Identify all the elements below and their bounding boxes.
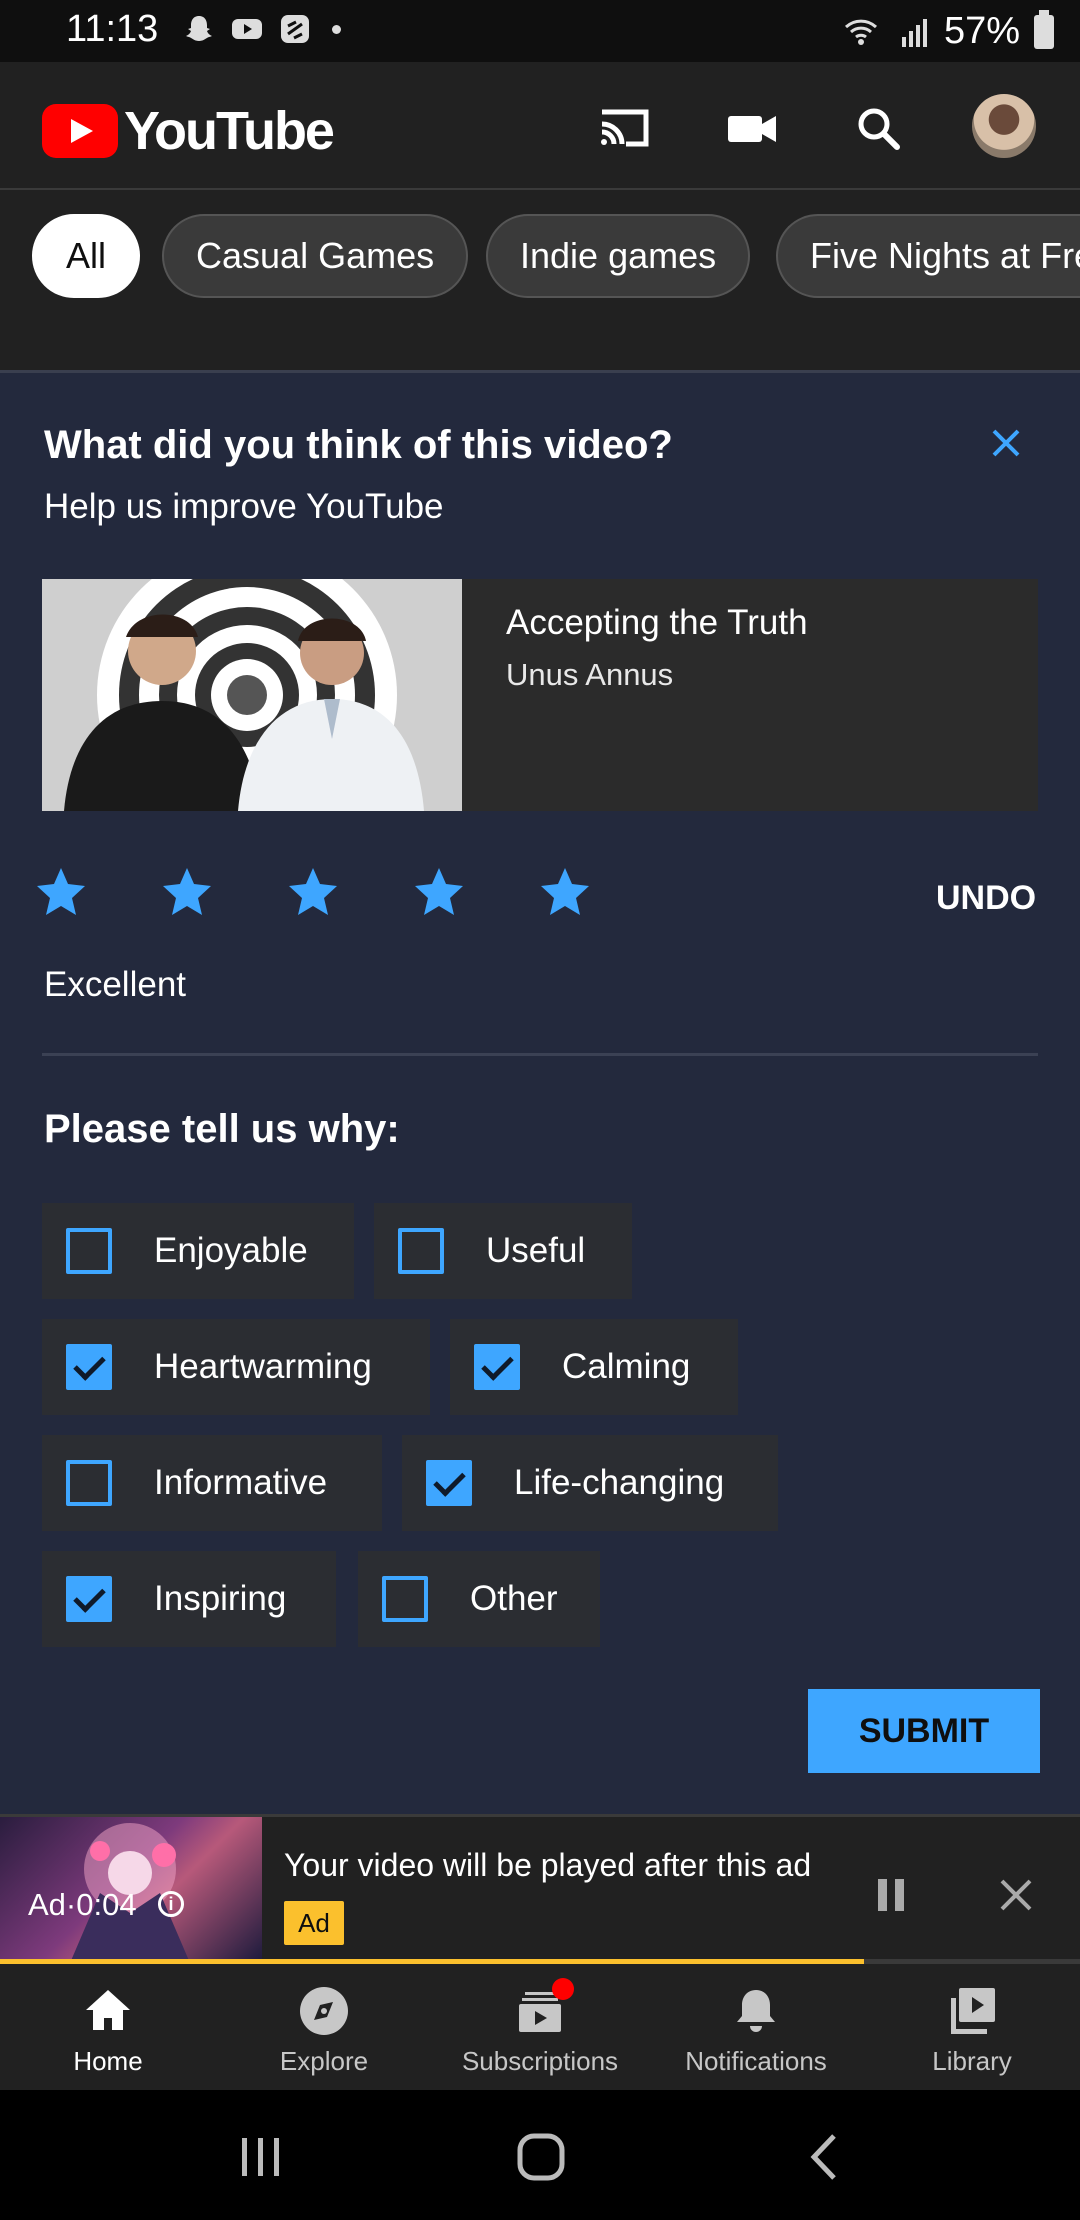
battery-icon bbox=[1034, 9, 1054, 49]
chip-indie-games[interactable]: Indie games bbox=[486, 214, 751, 298]
star-4-icon[interactable] bbox=[412, 865, 466, 919]
status-time: 11:13 bbox=[66, 8, 159, 50]
bottom-navigation: Home Explore Subscriptions Notifications… bbox=[0, 1964, 1080, 2090]
ad-countdown: Ad·0:04 bbox=[28, 1887, 137, 1922]
option-useful[interactable]: Useful bbox=[374, 1203, 632, 1299]
star-3-icon[interactable] bbox=[286, 865, 340, 919]
compass-icon bbox=[300, 1987, 348, 2035]
search-icon[interactable] bbox=[848, 98, 908, 158]
bell-icon bbox=[737, 1990, 775, 2032]
checkbox-informative[interactable] bbox=[66, 1460, 112, 1506]
nav-explore[interactable]: Explore bbox=[216, 1964, 432, 2090]
option-inspiring[interactable]: Inspiring bbox=[42, 1551, 336, 1647]
battery-percentage: 57% bbox=[943, 10, 1020, 52]
youtube-logo[interactable]: YouTube bbox=[42, 100, 335, 162]
youtube-logo-text: YouTube bbox=[124, 101, 335, 161]
chip-all[interactable]: All bbox=[32, 214, 141, 298]
option-label: Inspiring bbox=[154, 1579, 287, 1618]
chip-casual-games[interactable]: Casual Games bbox=[162, 214, 469, 298]
ad-badge: Ad bbox=[284, 1901, 344, 1945]
nav-notifications[interactable]: Notifications bbox=[648, 1964, 864, 2090]
video-channel: Unus Annus bbox=[506, 657, 674, 692]
reasons-heading: Please tell us why: bbox=[44, 1107, 400, 1151]
ad-bar[interactable]: Ad·0:04 i Your video will be played afte… bbox=[0, 1814, 1080, 1964]
option-label: Informative bbox=[154, 1463, 328, 1502]
undo-button[interactable]: UNDO bbox=[936, 879, 1036, 918]
option-label: Calming bbox=[562, 1347, 691, 1386]
signal-icon bbox=[901, 18, 927, 47]
youtube-play-logo-icon bbox=[42, 104, 118, 158]
star-1-icon[interactable] bbox=[34, 865, 88, 919]
nav-label: Subscriptions bbox=[461, 2046, 619, 2076]
nav-home[interactable]: Home bbox=[0, 1964, 216, 2090]
video-thumbnail bbox=[42, 579, 462, 811]
nav-library[interactable]: Library bbox=[864, 1964, 1080, 2090]
star-rating[interactable] bbox=[34, 865, 592, 919]
option-label: Other bbox=[470, 1579, 558, 1618]
rated-video-card: Accepting the Truth Unus Annus bbox=[42, 579, 1038, 811]
cast-icon[interactable] bbox=[594, 98, 654, 158]
star-2-icon[interactable] bbox=[160, 865, 214, 919]
option-label: Useful bbox=[486, 1231, 586, 1270]
home-icon bbox=[86, 1990, 130, 2030]
survey-subtitle: Help us improve YouTube bbox=[44, 487, 444, 526]
subscriptions-notification-dot bbox=[552, 1978, 574, 2000]
filter-chip-bar: All Casual Games Indie games Five Nights… bbox=[0, 190, 1080, 370]
close-ad-icon[interactable] bbox=[996, 1875, 1036, 1915]
option-calming[interactable]: Calming bbox=[450, 1319, 738, 1415]
youtube-notification-icon bbox=[232, 19, 262, 39]
wifi-icon bbox=[844, 19, 877, 45]
option-label: Enjoyable bbox=[154, 1231, 308, 1270]
home-button-icon[interactable] bbox=[516, 2132, 566, 2182]
top-app-bar: YouTube bbox=[0, 62, 1080, 190]
nav-label: Notifications bbox=[685, 2046, 827, 2076]
option-other[interactable]: Other bbox=[358, 1551, 600, 1647]
library-icon bbox=[951, 1988, 995, 2034]
option-label: Life-changing bbox=[514, 1463, 725, 1502]
option-heartwarming[interactable]: Heartwarming bbox=[42, 1319, 430, 1415]
checkbox-inspiring[interactable] bbox=[66, 1576, 112, 1622]
star-5-icon[interactable] bbox=[538, 865, 592, 919]
close-survey-icon[interactable] bbox=[986, 423, 1026, 463]
ad-info-icon[interactable]: i bbox=[158, 1891, 184, 1917]
snapchat-icon bbox=[186, 16, 212, 41]
checkbox-calming[interactable] bbox=[474, 1344, 520, 1390]
checkbox-enjoyable[interactable] bbox=[66, 1228, 112, 1274]
pause-icon[interactable] bbox=[874, 1877, 908, 1913]
nav-subscriptions[interactable]: Subscriptions bbox=[432, 1964, 648, 2090]
more-notifications-dot bbox=[332, 24, 341, 34]
checkbox-useful[interactable] bbox=[398, 1228, 444, 1274]
system-indicators: 57% bbox=[842, 9, 1054, 53]
submit-button[interactable]: SUBMIT bbox=[808, 1689, 1040, 1773]
checkbox-heartwarming[interactable] bbox=[66, 1344, 112, 1390]
nav-label: Library bbox=[932, 2046, 1012, 2076]
checkbox-life-changing[interactable] bbox=[426, 1460, 472, 1506]
ad-message: Your video will be played after this ad bbox=[284, 1847, 812, 1883]
option-informative[interactable]: Informative bbox=[42, 1435, 382, 1531]
app-notification-icon bbox=[281, 15, 309, 43]
survey-question: What did you think of this video? bbox=[44, 423, 673, 467]
option-enjoyable[interactable]: Enjoyable bbox=[42, 1203, 354, 1299]
back-icon[interactable] bbox=[804, 2132, 844, 2182]
upload-video-icon[interactable] bbox=[722, 98, 782, 158]
account-avatar[interactable] bbox=[972, 94, 1036, 158]
option-life-changing[interactable]: Life-changing bbox=[402, 1435, 778, 1531]
chip-five-nights[interactable]: Five Nights at Fre bbox=[776, 214, 1080, 298]
system-navigation-bar bbox=[0, 2090, 1080, 2220]
checkbox-other[interactable] bbox=[382, 1576, 428, 1622]
divider bbox=[42, 1053, 1038, 1056]
nav-label: Home bbox=[73, 2046, 143, 2076]
notification-icons bbox=[182, 12, 341, 46]
video-title: Accepting the Truth bbox=[506, 603, 808, 642]
video-feedback-survey: What did you think of this video? Help u… bbox=[0, 370, 1080, 1814]
status-bar: 11:13 57% bbox=[0, 0, 1080, 62]
nav-label: Explore bbox=[279, 2046, 369, 2076]
rating-label: Excellent bbox=[44, 965, 187, 1004]
recent-apps-icon[interactable] bbox=[236, 2134, 286, 2180]
option-label: Heartwarming bbox=[154, 1347, 372, 1386]
